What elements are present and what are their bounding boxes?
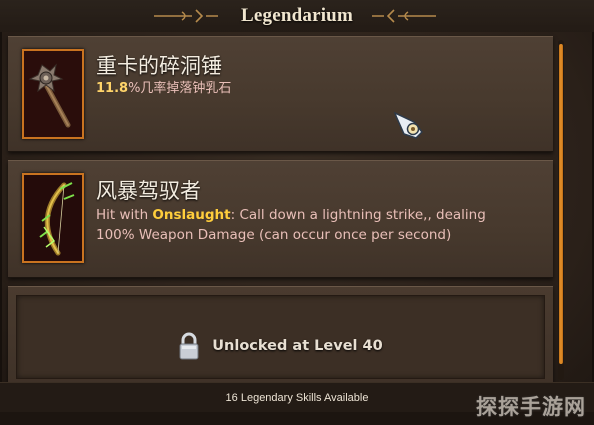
description-prefix: Hit with bbox=[96, 207, 153, 223]
cursor-pointer-icon bbox=[393, 111, 424, 139]
skill-card[interactable]: 重卡的碎洞锤 11.8%几率掉落钟乳石 bbox=[8, 36, 553, 152]
bow-icon bbox=[22, 173, 84, 263]
unlock-level-text: Unlocked at Level 40 bbox=[212, 338, 383, 354]
skill-name: 风暴驾驭者 bbox=[96, 179, 201, 203]
drop-chance-text: %几率掉落钟乳石 bbox=[128, 81, 232, 96]
watermark: 探探手游网 bbox=[476, 395, 586, 419]
right-ornament-icon bbox=[372, 9, 436, 23]
skill-description: 11.8%几率掉落钟乳石 bbox=[96, 79, 536, 99]
locked-slot-inner: Unlocked at Level 40 bbox=[16, 295, 545, 379]
left-ornament-icon bbox=[154, 9, 218, 23]
drop-chance-value: 11.8 bbox=[96, 81, 129, 96]
page-title: Legendarium bbox=[241, 5, 353, 26]
scrollbar-thumb[interactable] bbox=[559, 44, 563, 364]
legendarium-panel: Legendarium 重卡的碎洞锤 11.8%几率掉落钟乳石 风暴驾驭者 Hi… bbox=[0, 0, 594, 425]
description-line-1: Hit with Onslaught: Call down a lightnin… bbox=[96, 205, 536, 225]
description-line-2: 100% Weapon Damage (can occur once per s… bbox=[96, 227, 452, 243]
panel-header: Legendarium bbox=[0, 0, 594, 32]
locked-slot[interactable]: Unlocked at Level 40 bbox=[8, 286, 553, 386]
skill-card[interactable]: 风暴驾驭者 Hit with Onslaught: Call down a li… bbox=[8, 160, 553, 278]
keyword-onslaught: Onslaught bbox=[152, 207, 231, 223]
mace-icon bbox=[22, 49, 84, 139]
padlock-icon bbox=[179, 332, 199, 360]
locked-message: Unlocked at Level 40 bbox=[17, 328, 544, 364]
skill-list: 重卡的碎洞锤 11.8%几率掉落钟乳石 风暴驾驭者 Hit with Onsla… bbox=[8, 36, 553, 386]
skill-name: 重卡的碎洞锤 bbox=[96, 54, 222, 78]
skill-description: Hit with Onslaught: Call down a lightnin… bbox=[96, 205, 536, 245]
available-skills-count: 16 Legendary Skills Available bbox=[225, 392, 369, 404]
description-line1-rest: : Call down a lightning strike,, dealing bbox=[230, 207, 486, 223]
